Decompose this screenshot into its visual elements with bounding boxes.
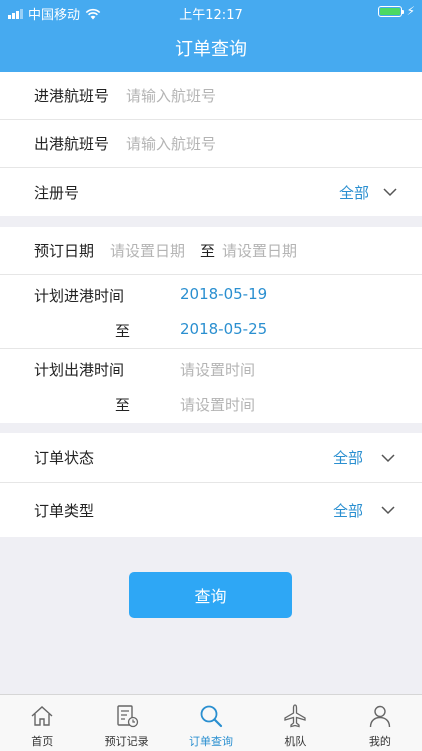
planned-arrival-separator: 至 (115, 322, 131, 340)
planned-departure-block: 计划出港时间 请设置时间 至 请设置时间 (0, 349, 422, 423)
plane-icon (284, 704, 307, 728)
page-title: 订单查询 (175, 39, 247, 60)
planned-arrival-end[interactable]: 2018-05-25 (180, 320, 267, 338)
tab-label: 首页 (31, 735, 54, 748)
nav-bar: 订单查询 (0, 24, 422, 72)
outbound-flight-label: 出港航班号 (34, 135, 110, 153)
status-bar: 中国移动 上午12:17 ⚡ (0, 0, 422, 24)
order-status-label: 订单状态 (34, 449, 95, 467)
order-filter-group: 订单状态 全部 订单类型 全部 (0, 433, 422, 537)
chevron-down-icon[interactable] (382, 184, 398, 200)
booking-date-label: 预订日期 (34, 242, 95, 260)
order-type-row[interactable]: 订单类型 全部 (0, 483, 422, 537)
inbound-flight-input[interactable]: 请输入航班号 (126, 85, 216, 106)
charging-icon: ⚡ (406, 4, 415, 18)
order-status-value[interactable]: 全部 (333, 447, 363, 468)
registration-label: 注册号 (34, 183, 80, 202)
inbound-flight-row[interactable]: 进港航班号 请输入航班号 (0, 72, 422, 120)
tab-home[interactable]: 首页 (0, 695, 84, 751)
tab-mine[interactable]: 我的 (338, 695, 422, 751)
planned-departure-start-input[interactable]: 请设置时间 (180, 359, 255, 380)
booking-date-separator: 至 (200, 242, 216, 260)
outbound-flight-input[interactable]: 请输入航班号 (126, 133, 216, 154)
date-group: 预订日期 请设置日期 至 请设置日期 计划进港时间 2018-05-19 至 2… (0, 227, 422, 423)
tab-label: 订单查询 (189, 735, 234, 748)
tab-label: 我的 (368, 735, 391, 748)
planned-arrival-block: 计划进港时间 2018-05-19 至 2018-05-25 (0, 275, 422, 349)
battery-icon (378, 6, 404, 17)
search-icon (200, 705, 223, 728)
chevron-down-icon[interactable] (380, 450, 396, 466)
chevron-down-icon[interactable] (380, 502, 396, 518)
planned-departure-separator: 至 (115, 396, 131, 414)
registration-value[interactable]: 全部 (339, 182, 369, 203)
order-status-row[interactable]: 订单状态 全部 (0, 433, 422, 483)
status-time: 上午12:17 (179, 8, 243, 23)
tab-label: 预订记录 (104, 735, 149, 748)
booking-date-start-input[interactable]: 请设置日期 (110, 240, 185, 261)
planned-arrival-start[interactable]: 2018-05-19 (180, 285, 267, 303)
tab-label: 机队 (284, 735, 307, 748)
tab-fleet[interactable]: 机队 (253, 695, 337, 751)
tab-bar: 首页 预订记录 订单查询 机队 我的 (0, 694, 422, 751)
user-icon (369, 705, 391, 728)
order-type-value[interactable]: 全部 (333, 500, 363, 521)
booking-date-row: 预订日期 请设置日期 至 请设置日期 (0, 227, 422, 275)
tab-order-query[interactable]: 订单查询 (169, 695, 253, 751)
home-icon (31, 706, 53, 726)
planned-departure-end-input[interactable]: 请设置时间 (180, 394, 255, 415)
booking-date-end-input[interactable]: 请设置日期 (222, 240, 297, 261)
order-type-label: 订单类型 (34, 501, 95, 520)
registration-row[interactable]: 注册号 全部 (0, 168, 422, 216)
planned-departure-label: 计划出港时间 (34, 361, 125, 379)
query-button[interactable]: 查询 (129, 572, 292, 618)
inbound-flight-label: 进港航班号 (34, 87, 110, 105)
outbound-flight-row[interactable]: 出港航班号 请输入航班号 (0, 120, 422, 168)
records-icon (116, 705, 138, 728)
planned-arrival-label: 计划进港时间 (34, 287, 125, 305)
flight-group: 进港航班号 请输入航班号 出港航班号 请输入航班号 注册号 全部 (0, 72, 422, 216)
tab-records[interactable]: 预订记录 (84, 695, 168, 751)
